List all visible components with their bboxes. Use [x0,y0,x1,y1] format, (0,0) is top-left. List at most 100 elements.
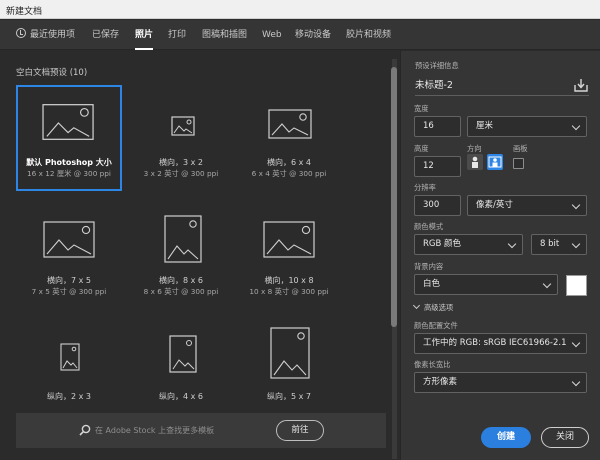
stock-search-bar: 在 Adobe Stock 上查找更多模板 前往 [16,413,386,448]
preset-name: 纵向，5 x 7 [267,392,311,401]
tab-saved-label: 已保存 [92,30,120,40]
color-profile-value: 工作中的 RGB: sRGB IEC61966-2.1 [423,338,567,348]
artboard-checkbox[interactable] [513,158,524,169]
orientation-label: 方向 [467,144,482,153]
preset-size: 10 x 8 英寸 @ 300 ppi [249,287,329,296]
landscape-orientation-button[interactable] [487,154,503,170]
bit-depth-select[interactable]: 8 bit [531,234,587,255]
presets-panel: 空白文档预设 (10) 默认 Photoshop 大小 16 x 12 厘米 @… [0,51,398,460]
preset-card[interactable]: 纵向，5 x 7 [236,321,342,401]
preset-size: 16 x 12 厘米 @ 300 ppi [27,169,111,178]
tab-print-label: 打印 [168,30,187,40]
presets-scrollbar[interactable] [390,59,398,459]
landscape-document-icon [171,116,195,136]
preset-card[interactable]: 默认 Photoshop 大小 16 x 12 厘米 @ 300 ppi [16,85,122,191]
preset-size: 3 x 2 英寸 @ 300 ppi [143,169,219,178]
preset-details-panel: 预设详细信息 未标题-2 [400,51,600,460]
tab-photo[interactable]: 照片 [135,20,154,50]
window-titlebar: 新建文档 [0,0,600,19]
color-mode-value: RGB 颜色 [423,239,462,249]
pixel-aspect-select[interactable]: 方形像素 [414,372,587,393]
document-name-input[interactable]: 未标题-2 [415,77,565,91]
portrait-document-icon [270,327,310,379]
tab-print[interactable]: 打印 [168,20,186,50]
portrait-document-icon [169,335,197,373]
presets-section-title: 空白文档预设 (10) [16,68,88,78]
preset-details-header: 预设详细信息 [415,61,459,70]
preset-card[interactable]: 纵向，4 x 6 [128,321,234,401]
color-mode-label: 颜色模式 [414,222,444,231]
tab-mobile-label: 移动设备 [295,30,332,40]
chevron-down-icon [571,239,581,249]
tab-film-video-label: 胶片和视频 [346,30,392,40]
background-label: 背景内容 [414,262,444,271]
resolution-input[interactable]: 300 [414,195,461,216]
preset-card[interactable]: 横向，3 x 2 3 x 2 英寸 @ 300 ppi [128,85,234,191]
preset-name: 纵向，2 x 3 [47,392,91,401]
pixel-aspect-label: 像素长宽比 [414,360,451,369]
preset-name: 横向，7 x 5 [47,276,91,285]
height-label: 高度 [414,144,429,153]
color-profile-select[interactable]: 工作中的 RGB: sRGB IEC61966-2.1 [414,333,587,354]
document-name-underline [415,95,589,96]
scrollbar-thumb[interactable] [391,67,397,327]
preset-size: 6 x 4 英寸 @ 300 ppi [251,169,327,178]
save-preset-icon[interactable] [573,78,589,93]
advanced-options-toggle[interactable]: 高级选项 [412,301,453,313]
bit-depth-value: 8 bit [540,239,560,249]
chevron-down-icon [571,200,581,210]
preset-card[interactable]: 横向，8 x 6 8 x 6 英寸 @ 300 ppi [128,199,234,305]
preset-card[interactable]: 横向，6 x 4 6 x 4 英寸 @ 300 ppi [236,85,342,191]
tab-web-label: Web [262,30,282,40]
landscape-document-icon [263,221,315,258]
tab-art-illustration-label: 图稿和插图 [202,30,248,40]
portrait-document-icon [60,343,80,371]
landscape-person-icon [488,156,502,168]
resolution-label: 分辨率 [414,183,436,192]
category-tabs: 最近使用项 已保存 照片 打印 图稿和插图 Web 移动设备 胶片和视频 [0,20,600,50]
stock-search-input[interactable]: 在 Adobe Stock 上查找更多模板 [95,425,214,436]
preset-size: 8 x 6 英寸 @ 300 ppi [143,287,219,296]
landscape-document-icon [268,109,312,139]
tab-recent[interactable]: 最近使用项 [16,20,75,50]
preset-name: 横向，3 x 2 [159,158,203,167]
width-label: 宽度 [414,104,429,113]
preset-card[interactable]: 横向，10 x 8 10 x 8 英寸 @ 300 ppi [236,199,342,305]
preset-name: 默认 Photoshop 大小 [26,158,112,167]
tab-web[interactable]: Web [262,20,282,50]
color-mode-select[interactable]: RGB 颜色 [414,234,523,255]
portrait-document-icon [164,215,202,263]
background-select[interactable]: 白色 [414,274,558,295]
width-unit-value: 厘米 [476,121,494,131]
background-value: 白色 [423,279,441,289]
preset-name: 横向，6 x 4 [267,158,311,167]
background-color-swatch[interactable] [566,275,587,296]
search-icon [79,424,91,436]
tab-saved[interactable]: 已保存 [92,20,119,50]
chevron-down-icon [542,279,552,289]
preset-card[interactable]: 横向，7 x 5 7 x 5 英寸 @ 300 ppi [16,199,122,305]
resolution-unit-select[interactable]: 像素/英寸 [467,195,587,216]
width-input[interactable]: 16 [414,116,461,137]
tab-art-illustration[interactable]: 图稿和插图 [202,20,247,50]
width-unit-select[interactable]: 厘米 [467,116,587,137]
close-button[interactable]: 关闭 [541,427,589,448]
preset-size: 7 x 5 英寸 @ 300 ppi [31,287,107,296]
preset-card[interactable]: 纵向，2 x 3 [16,321,122,401]
preset-name: 纵向，4 x 6 [159,392,203,401]
tab-recent-label: 最近使用项 [30,30,76,40]
color-profile-label: 颜色配置文件 [414,321,458,330]
go-button[interactable]: 前往 [276,420,324,441]
chevron-down-icon [571,121,581,131]
tab-film-video[interactable]: 胶片和视频 [346,20,391,50]
tab-mobile[interactable]: 移动设备 [295,20,331,50]
resolution-unit-value: 像素/英寸 [476,200,513,210]
chevron-down-icon [571,338,581,348]
chevron-down-icon [412,301,421,310]
preset-name: 横向，10 x 8 [264,276,314,285]
portrait-orientation-button[interactable] [467,154,483,170]
landscape-document-icon [42,104,94,140]
preset-name: 横向，8 x 6 [159,276,203,285]
height-input[interactable]: 12 [414,156,461,177]
create-button[interactable]: 创建 [481,427,531,448]
